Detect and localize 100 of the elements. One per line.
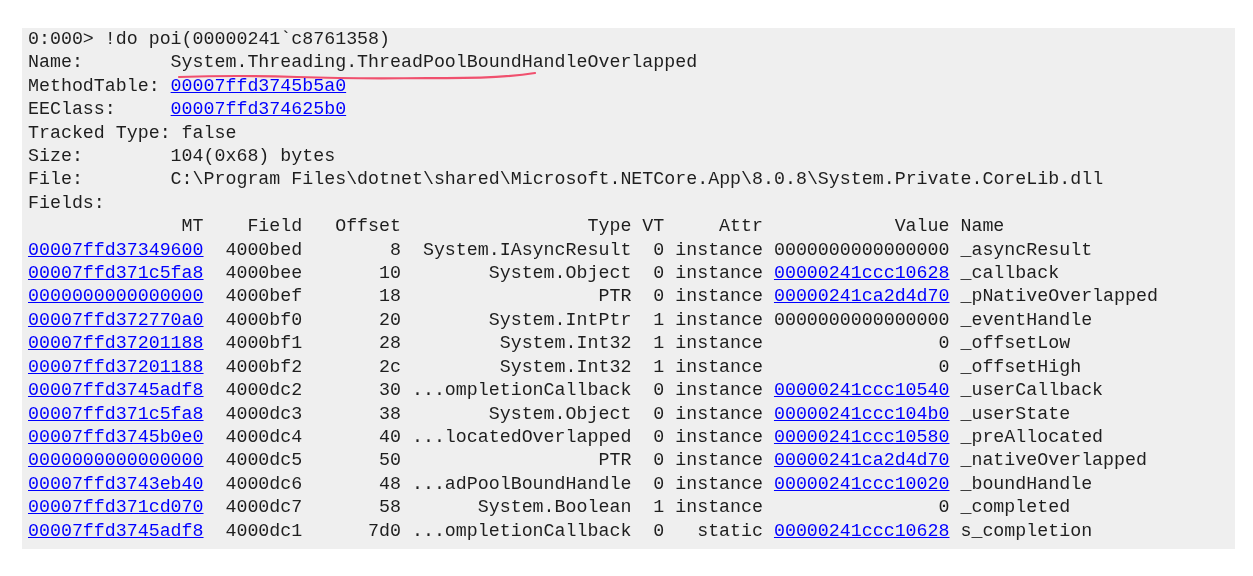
table-cell: 8 <box>390 239 401 260</box>
table-cell: _userState <box>960 403 1071 424</box>
table-cell: 0000000000000000 <box>773 239 950 260</box>
table-cell: System.Object <box>488 263 632 284</box>
address-link[interactable]: 00007ffd37201188 <box>28 333 204 354</box>
table-cell: 10 <box>379 263 401 284</box>
column-header: Value <box>893 215 950 239</box>
table-cell: 18 <box>379 286 401 307</box>
table-cell: 0 <box>653 239 665 260</box>
table-cell: instance <box>675 426 763 447</box>
table-cell: 1 <box>653 333 665 354</box>
address-link[interactable]: 00000241ccc10540 <box>773 380 950 401</box>
address-link[interactable]: 00007ffd3745b0e0 <box>28 426 204 447</box>
table-cell: 4000bf0 <box>225 309 303 330</box>
table-cell: _preAllocated <box>960 426 1104 447</box>
table-cell: ...ompletionCallback <box>411 520 632 541</box>
table-cell: 4000dc5 <box>225 450 303 471</box>
table-cell: 28 <box>379 333 401 354</box>
table-cell: 50 <box>379 450 401 471</box>
column-header: Field <box>246 215 303 239</box>
table-cell: _asyncResult <box>960 239 1093 260</box>
address-link[interactable]: 00007ffd37201188 <box>28 356 204 377</box>
address-link[interactable]: 00007ffd371c5fa8 <box>28 263 204 284</box>
table-cell: System.Int32 <box>499 333 632 354</box>
table-cell: _eventHandle <box>960 309 1093 330</box>
property-value: C:\Program Files\dotnet\shared\Microsoft.NETCore.App\8.0.8\System.Private.CoreLib.dll <box>170 168 1104 192</box>
table-cell: 7d0 <box>368 520 401 541</box>
table-cell: 1 <box>653 309 665 330</box>
table-cell: 40 <box>379 426 401 447</box>
address-link[interactable]: 00007ffd37349600 <box>28 239 204 260</box>
column-header: VT <box>641 215 665 239</box>
table-cell: instance <box>675 239 763 260</box>
address-link[interactable]: 00007ffd3745adf8 <box>28 380 204 401</box>
property-label: Tracked Type: <box>28 121 172 145</box>
table-cell: 4000dc1 <box>225 520 303 541</box>
table-cell: 4000bf2 <box>225 356 303 377</box>
column-header: Attr <box>718 215 763 239</box>
column-header: Type <box>586 215 632 239</box>
table-cell: 58 <box>379 497 401 518</box>
address-link[interactable]: 00000241ca2d4d70 <box>773 450 950 471</box>
address-link[interactable]: 00000241ccc10580 <box>773 426 950 447</box>
table-cell: ...adPoolBoundHandle <box>411 473 632 494</box>
address-link[interactable]: 00007ffd374625b0 <box>170 98 347 122</box>
table-cell: 20 <box>379 309 401 330</box>
address-link[interactable]: 00007ffd3745b5a0 <box>170 74 347 99</box>
table-cell: 4000bee <box>225 263 303 284</box>
table-cell: _completed <box>960 497 1071 518</box>
table-cell: 0 <box>653 520 665 541</box>
table-cell: 4000dc6 <box>225 473 303 494</box>
property-label: File: <box>28 168 84 192</box>
table-cell: 48 <box>379 473 401 494</box>
table-cell: 4000bf1 <box>225 333 303 354</box>
column-header: MT <box>180 215 204 239</box>
table-cell: instance <box>675 403 763 424</box>
section-heading: Fields: <box>28 191 106 215</box>
property-label: Name: <box>28 51 84 75</box>
column-header: Name <box>959 215 1006 239</box>
command-line: 0:000> !do poi(00000241`c8761358) <box>28 28 392 51</box>
address-link[interactable]: 00007ffd372770a0 <box>28 309 204 330</box>
address-link[interactable]: 00007ffd3745adf8 <box>28 520 204 541</box>
table-cell: 4000dc2 <box>225 380 303 401</box>
table-cell: 0 <box>653 403 665 424</box>
table-cell: PTR <box>598 286 632 307</box>
address-link[interactable]: 00000241ccc10020 <box>773 473 950 494</box>
table-cell: System.IAsyncResult <box>422 239 632 260</box>
table-cell: 2c <box>379 356 401 377</box>
address-link[interactable]: 00000241ccc10628 <box>773 520 950 541</box>
table-cell: 38 <box>379 403 401 424</box>
address-link[interactable]: 00000241ccc10628 <box>773 263 950 284</box>
table-cell: 0 <box>653 426 665 447</box>
table-cell: _offsetLow <box>960 333 1071 354</box>
table-cell: System.Boolean <box>477 497 632 518</box>
table-cell: PTR <box>598 450 632 471</box>
address-link[interactable]: 00000241ca2d4d70 <box>773 286 950 307</box>
table-cell: 4000dc4 <box>225 426 303 447</box>
address-link[interactable]: 00000241ccc104b0 <box>773 403 950 424</box>
address-link[interactable]: 00007ffd3743eb40 <box>28 473 204 494</box>
property-label: EEClass: <box>28 98 117 122</box>
table-cell: 0 <box>653 450 665 471</box>
table-cell: 0 <box>938 497 950 518</box>
table-cell: static <box>697 520 763 541</box>
table-cell: System.Int32 <box>499 356 632 377</box>
address-link[interactable]: 00007ffd371c5fa8 <box>28 403 204 424</box>
property-value: System.Threading.ThreadPoolBoundHandleOverlapped <box>170 51 698 75</box>
table-cell: 4000dc3 <box>225 403 303 424</box>
table-cell: 1 <box>653 356 665 377</box>
table-cell: 0 <box>653 473 665 494</box>
address-link[interactable]: 0000000000000000 <box>28 286 204 307</box>
table-cell: 0 <box>938 333 950 354</box>
table-cell: 4000bed <box>225 239 303 260</box>
table-cell: 30 <box>379 380 401 401</box>
table-cell: 0 <box>653 286 665 307</box>
table-cell: _pNativeOverlapped <box>960 286 1158 307</box>
table-cell: instance <box>675 380 763 401</box>
table-cell: instance <box>675 497 763 518</box>
table-cell: instance <box>675 356 763 377</box>
address-link[interactable]: 00007ffd371cd070 <box>28 497 204 518</box>
column-header: Offset <box>334 215 401 239</box>
address-link[interactable]: 0000000000000000 <box>28 450 204 471</box>
table-cell: ...ompletionCallback <box>411 380 632 401</box>
